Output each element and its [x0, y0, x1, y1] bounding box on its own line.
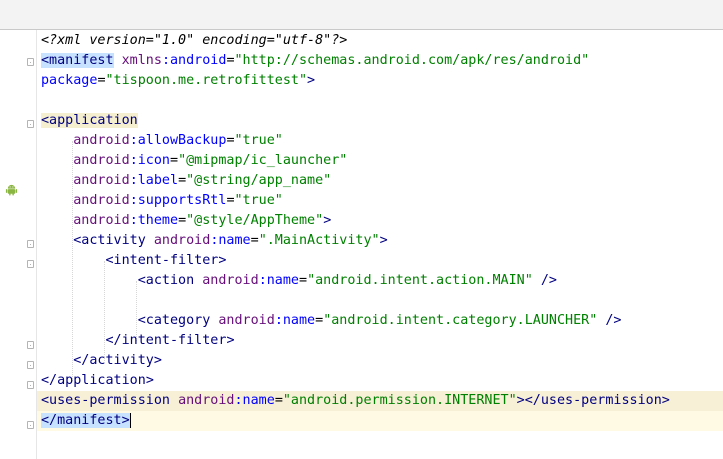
fold-marker-manifest-end[interactable]	[27, 421, 34, 429]
code-line[interactable]: </manifest>	[41, 411, 131, 431]
code-line[interactable]: </intent-filter>	[41, 331, 235, 351]
fold-marker-intent-filter-end[interactable]	[27, 341, 34, 349]
code-line[interactable]: android:icon="@mipmap/ic_launcher"	[41, 151, 347, 171]
editor-gutter	[0, 30, 37, 459]
code-line[interactable]: android:label="@string/app_name"	[41, 171, 331, 191]
caret-row	[37, 411, 723, 431]
fold-marker-application-end[interactable]	[27, 381, 34, 389]
code-line[interactable]: android:theme="@style/AppTheme">	[41, 211, 331, 231]
code-line[interactable]: android:allowBackup="true"	[41, 131, 283, 151]
fold-marker-application[interactable]	[27, 120, 34, 128]
code-line[interactable]: <application	[41, 111, 138, 131]
code-line[interactable]: <uses-permission android:name="android.p…	[41, 391, 670, 411]
code-line[interactable]: <?xml version="1.0" encoding="utf-8"?>	[41, 31, 347, 51]
code-editor[interactable]: <?xml version="1.0" encoding="utf-8"?> <m…	[37, 30, 723, 459]
code-line[interactable]: <intent-filter>	[41, 251, 227, 271]
code-line[interactable]: </application>	[41, 371, 154, 391]
editor-tab-bar	[0, 0, 723, 30]
code-line[interactable]: android:supportsRtl="true"	[41, 191, 283, 211]
fold-marker-intent-filter[interactable]	[27, 260, 34, 268]
fold-marker-activity-end[interactable]	[27, 361, 34, 369]
code-line[interactable]: <category android:name="android.intent.c…	[41, 311, 622, 331]
code-line[interactable]: </activity>	[41, 351, 162, 371]
code-line[interactable]: <activity android:name=".MainActivity">	[41, 231, 387, 251]
fold-marker-manifest[interactable]	[27, 58, 34, 66]
code-line[interactable]: <action android:name="android.intent.act…	[41, 271, 557, 291]
android-icon[interactable]	[5, 183, 18, 196]
code-line[interactable]: <manifest xmlns:android="http://schemas.…	[41, 51, 589, 71]
code-line[interactable]: package="tispoon.me.retrofittest">	[41, 71, 315, 91]
text-caret	[129, 412, 131, 428]
fold-marker-activity[interactable]	[27, 240, 34, 248]
